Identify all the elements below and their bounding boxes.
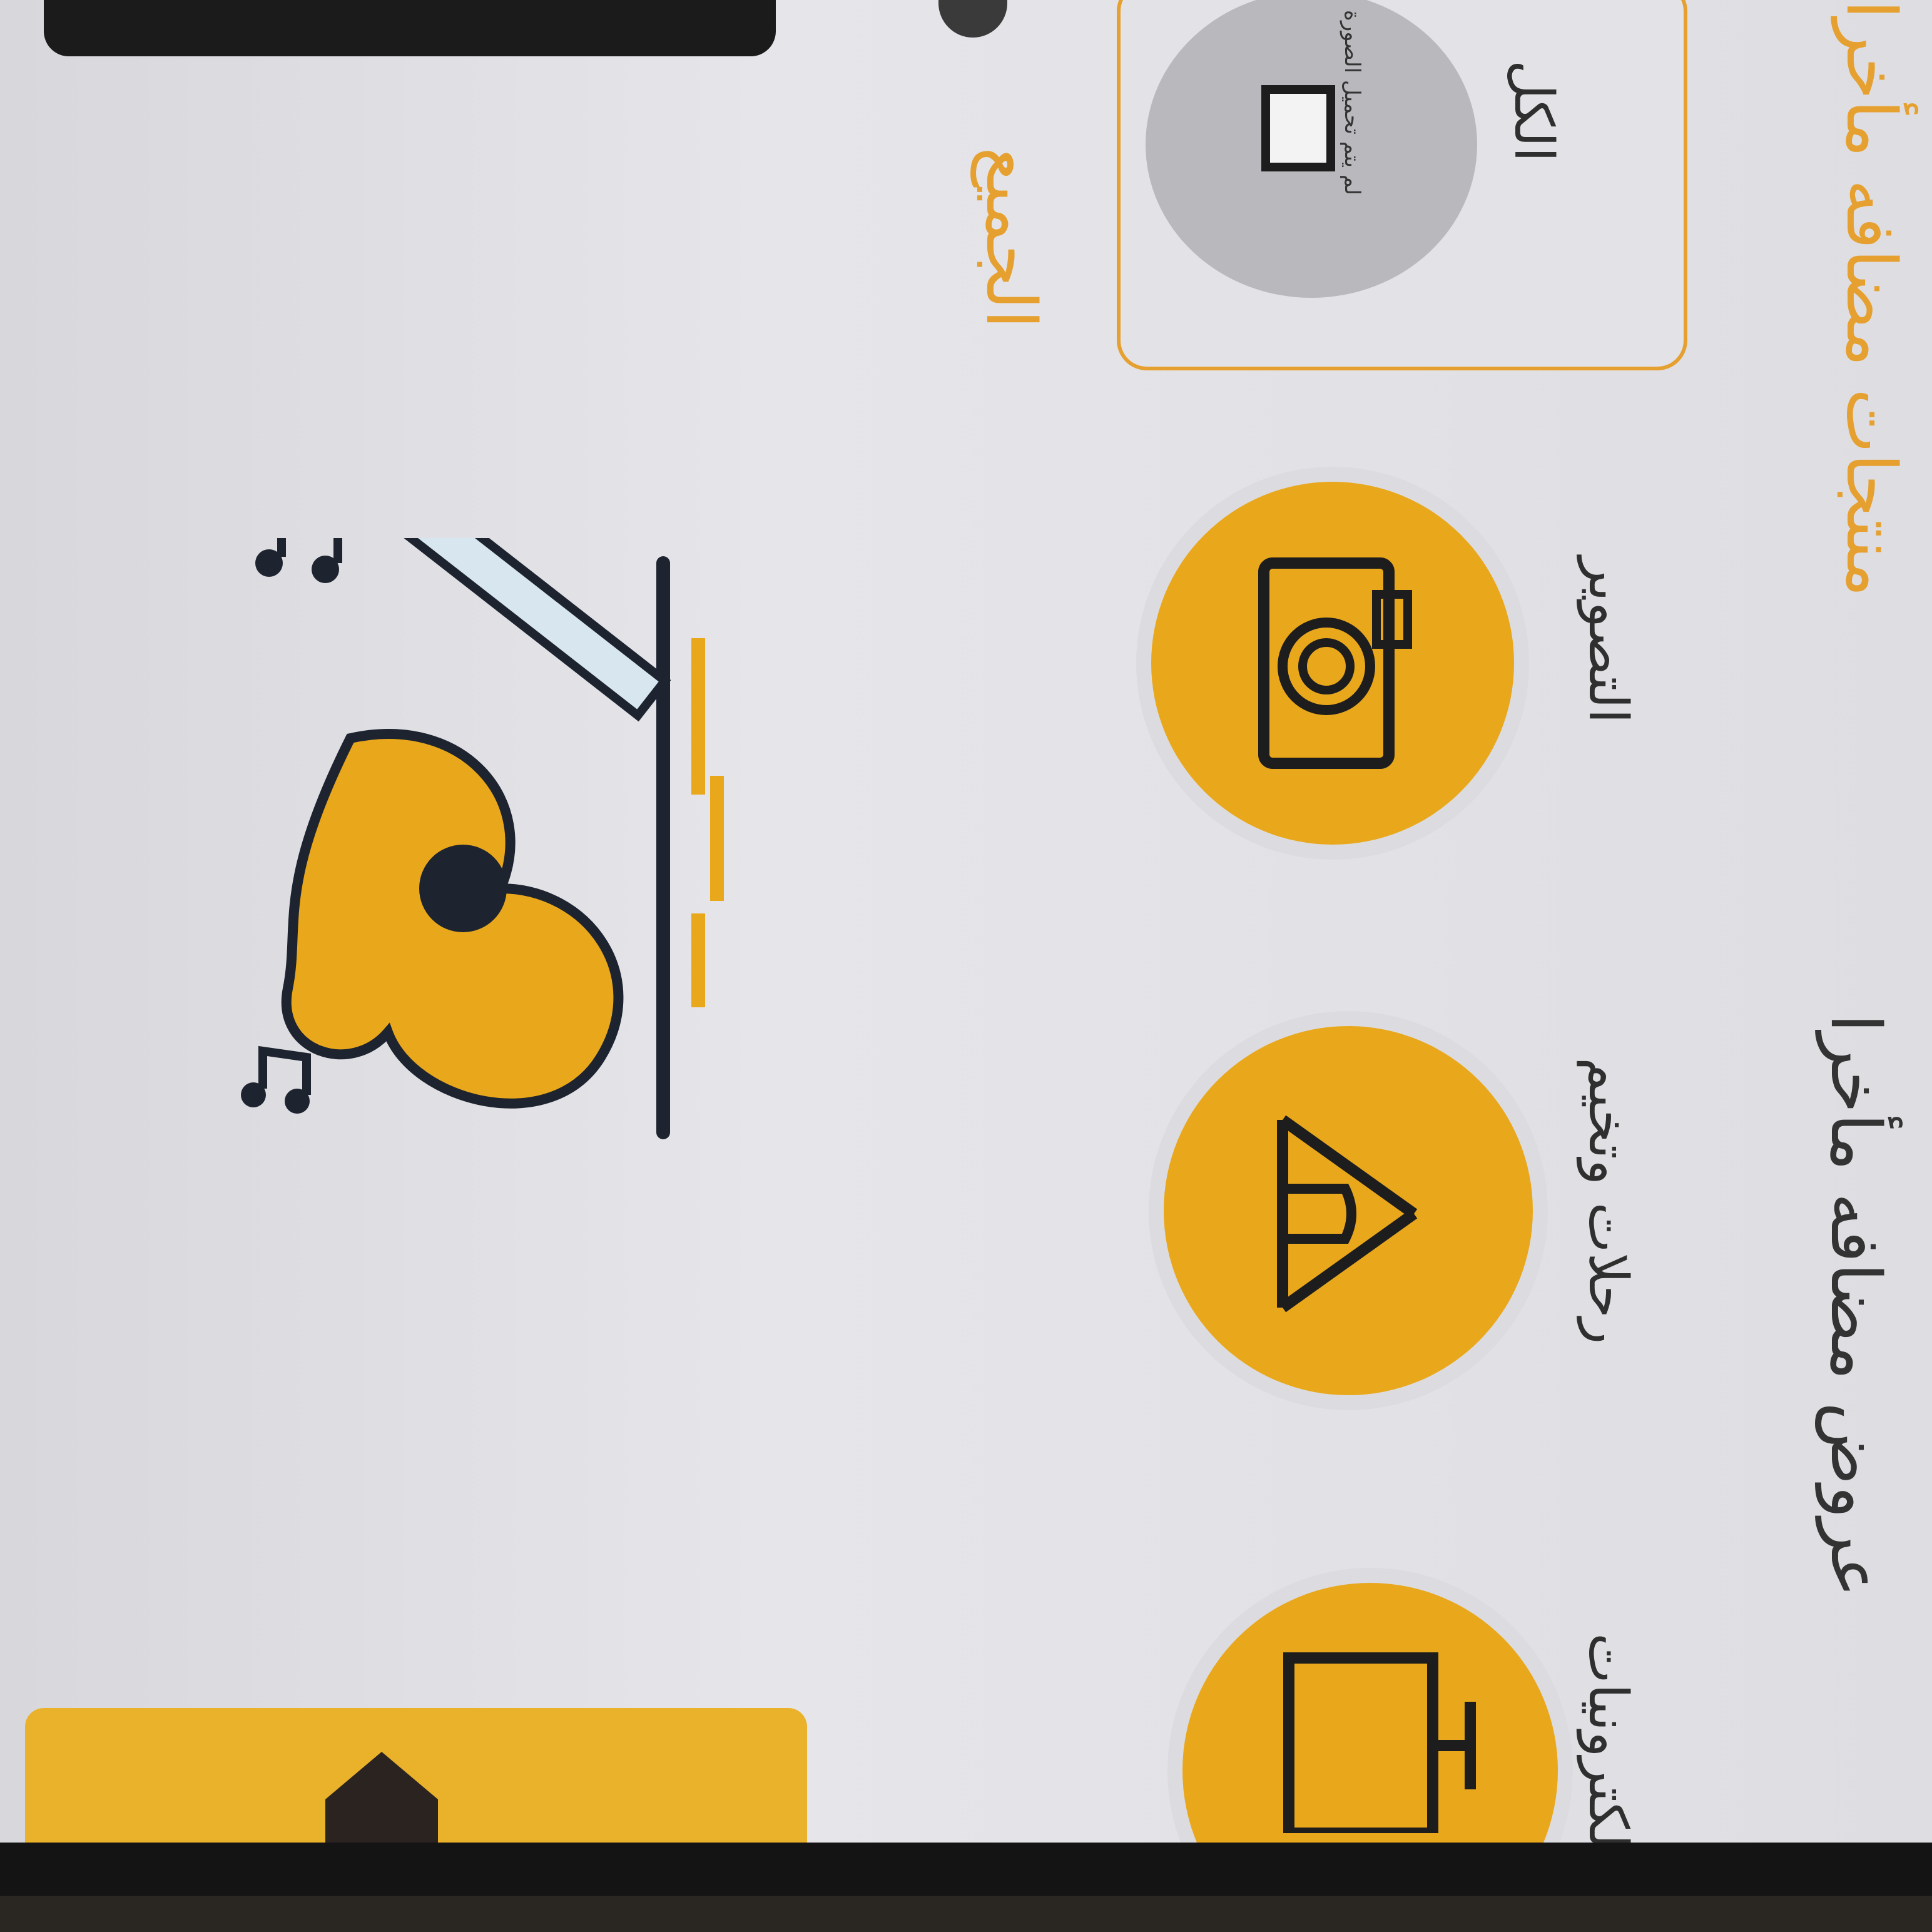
filter-all-label: الكل <box>1502 60 1565 162</box>
all-link[interactable]: الجميع <box>971 147 1051 328</box>
placeholder-circle: لم يتم تحميل الصورة <box>1146 0 1477 298</box>
category-camping[interactable] <box>1164 1026 1533 1395</box>
tent-icon <box>1277 1115 1418 1313</box>
image-icon <box>1261 85 1335 171</box>
camera-icon <box>1258 557 1412 769</box>
category-label-camping: رحلات وتخيم <box>1577 1057 1639 1345</box>
top-banner[interactable] <box>44 0 776 56</box>
filter-all-card[interactable]: لم يتم تحميل الصورة الكل <box>1117 0 1687 370</box>
location-pin-icon[interactable] <box>938 0 1007 38</box>
category-label-electronics: الكترونيات <box>1577 1633 1639 1864</box>
recent-offers-title: عروض مضافه مأخرا <box>1816 1014 1896 1598</box>
recent-products-title[interactable]: منتجات مضافه مأخرا <box>1831 0 1911 597</box>
category-photography[interactable] <box>1151 482 1514 845</box>
category-label-photography: التصوير <box>1577 557 1639 724</box>
tv-icon <box>1283 1652 1476 1833</box>
phone-bezel-edge <box>0 1896 1932 1932</box>
guitar-illustration <box>241 538 724 1139</box>
phone-screen: الجميع لم يتم تحميل الصورة الكل التصوير … <box>0 0 1932 1932</box>
image-not-loaded-text: لم يتم تحميل الصورة <box>1340 10 1365 195</box>
